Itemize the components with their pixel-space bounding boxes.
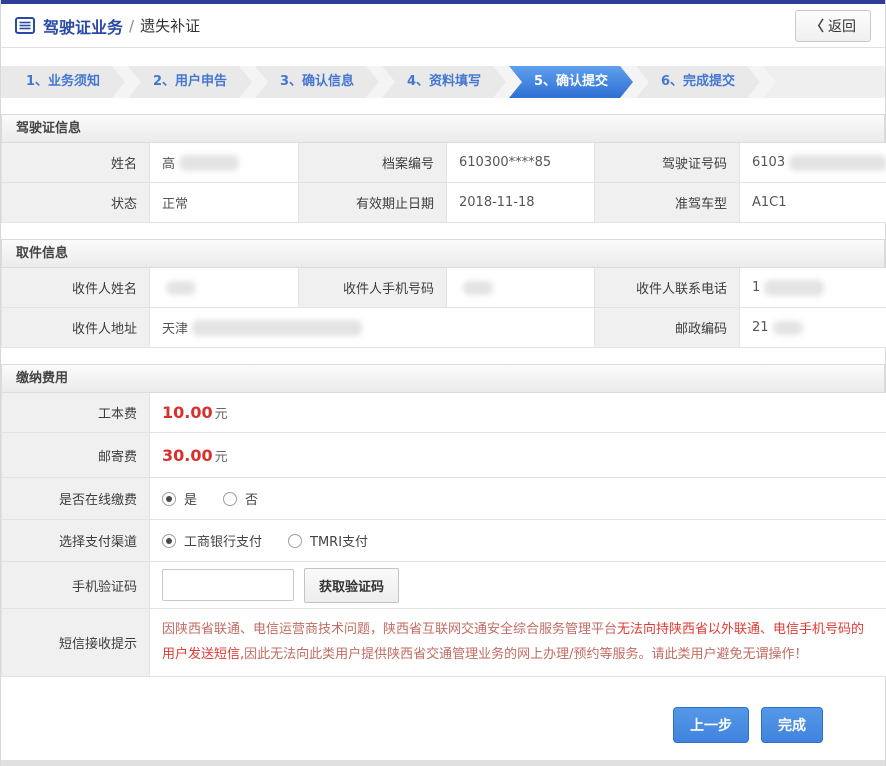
recipient-address-label: 收件人地址 bbox=[2, 308, 150, 348]
sms-notice-label: 短信接收提示 bbox=[2, 609, 150, 677]
postage-fee-label: 邮寄费 bbox=[2, 433, 150, 478]
back-button[interactable]: 〈 返回 bbox=[795, 10, 871, 42]
get-captcha-button[interactable]: 获取验证码 bbox=[304, 568, 399, 603]
payment-channel-options: 工商银行支付 TMRI支付 bbox=[150, 520, 886, 562]
name-label: 姓名 bbox=[2, 143, 150, 183]
name-value: 高 bbox=[150, 143, 299, 183]
sms-notice-text: 因陕西省联通、电信运营商技术问题，陕西省互联网交通安全综合服务管理平台无法向持陕… bbox=[150, 609, 886, 677]
sms-notice-part-1: 因陕西省联通、电信运营商技术问题，陕西省互联网交通安全综合服务管理平台 bbox=[162, 622, 617, 637]
captcha-label: 手机验证码 bbox=[2, 562, 150, 609]
radio-channel-icbc-label[interactable]: 工商银行支付 bbox=[184, 531, 262, 550]
footer-actions: 上一步 完成 bbox=[1, 677, 885, 743]
tab-step-5-active[interactable]: 5、确认提交 bbox=[509, 66, 633, 98]
back-button-label: 返回 bbox=[828, 16, 856, 36]
breadcrumb-separator: / bbox=[129, 17, 134, 35]
tab-step-3[interactable]: 3、确认信息 bbox=[255, 66, 379, 98]
radio-channel-icbc[interactable] bbox=[162, 534, 176, 548]
redaction-blur bbox=[166, 281, 196, 295]
redaction-blur bbox=[789, 155, 886, 171]
section-fees: 缴纳费用 工本费 10.00 元 邮寄费 30.00 元 是否在线缴费 是 否 … bbox=[1, 364, 885, 677]
pickup-info-table: 收件人姓名 收件人手机号码 收件人联系电话 1 收件人地址 天津 邮政编码 21 bbox=[1, 268, 885, 348]
status-value: 正常 bbox=[150, 183, 299, 223]
recipient-mobile-label: 收件人手机号码 bbox=[299, 268, 447, 308]
captcha-input[interactable] bbox=[162, 569, 294, 601]
recipient-name-value bbox=[150, 268, 299, 308]
radio-channel-tmri[interactable] bbox=[288, 534, 302, 548]
section-title-license: 驾驶证信息 bbox=[1, 114, 885, 143]
recipient-phone-label: 收件人联系电话 bbox=[595, 268, 740, 308]
page-header: 驾驶证业务 / 遗失补证 〈 返回 bbox=[1, 4, 885, 48]
section-title-pickup: 取件信息 bbox=[1, 239, 885, 268]
finish-button[interactable]: 完成 bbox=[761, 707, 823, 743]
tab-step-1[interactable]: 1、业务须知 bbox=[1, 66, 125, 98]
tab-step-6[interactable]: 6、完成提交 bbox=[636, 66, 760, 98]
back-chevron-icon: 〈 bbox=[810, 16, 824, 36]
status-label: 状态 bbox=[2, 183, 150, 223]
file-number-value: 610300****85 bbox=[447, 143, 595, 183]
postcode-label: 邮政编码 bbox=[595, 308, 740, 348]
license-number-value: 6103 bbox=[740, 143, 886, 183]
license-info-table: 姓名 高 档案编号 610300****85 驾驶证号码 6103 状态 正常 … bbox=[1, 143, 885, 223]
redaction-blur bbox=[463, 281, 493, 295]
postage-fee-value: 30.00 元 bbox=[150, 433, 886, 478]
form-list-icon bbox=[15, 17, 35, 34]
online-payment-label: 是否在线缴费 bbox=[2, 478, 150, 520]
file-number-label: 档案编号 bbox=[299, 143, 447, 183]
captcha-row: 获取验证码 bbox=[150, 562, 886, 609]
sms-notice-part-3: 因此无法向此类用户提供陕西省交通管理业务的网上办理/预约等服务。请此类用户避免无… bbox=[244, 647, 807, 662]
postcode-value: 21 bbox=[740, 308, 886, 348]
redaction-blur bbox=[192, 320, 362, 336]
section-license-info: 驾驶证信息 姓名 高 档案编号 610300****85 驾驶证号码 6103 … bbox=[1, 114, 885, 223]
production-fee-amount: 10.00 bbox=[162, 403, 213, 422]
tab-step-2[interactable]: 2、用户申告 bbox=[128, 66, 252, 98]
radio-online-no[interactable] bbox=[223, 492, 237, 506]
radio-online-yes-label[interactable]: 是 bbox=[184, 489, 197, 508]
tab-bar-filler bbox=[763, 66, 885, 98]
vehicle-type-label: 准驾车型 bbox=[595, 183, 740, 223]
vehicle-type-value: A1C1 bbox=[740, 183, 886, 223]
section-pickup-info: 取件信息 收件人姓名 收件人手机号码 收件人联系电话 1 收件人地址 天津 邮政… bbox=[1, 239, 885, 348]
fee-unit: 元 bbox=[215, 446, 228, 465]
recipient-phone-value: 1 bbox=[740, 268, 886, 308]
radio-channel-tmri-label[interactable]: TMRI支付 bbox=[310, 531, 368, 550]
radio-online-no-label[interactable]: 否 bbox=[245, 489, 258, 508]
page-title: 驾驶证业务 bbox=[43, 14, 123, 38]
recipient-mobile-value bbox=[447, 268, 595, 308]
production-fee-label: 工本费 bbox=[2, 393, 150, 433]
recipient-name-label: 收件人姓名 bbox=[2, 268, 150, 308]
expiry-value: 2018-11-18 bbox=[447, 183, 595, 223]
redaction-blur bbox=[773, 321, 803, 335]
breadcrumb-current: 遗失补证 bbox=[140, 15, 200, 36]
recipient-address-value: 天津 bbox=[150, 308, 595, 348]
page: 驾驶证业务 / 遗失补证 〈 返回 1、业务须知 2、用户申告 3、确认信息 4… bbox=[0, 0, 886, 766]
fees-table: 工本费 10.00 元 邮寄费 30.00 元 是否在线缴费 是 否 选择支付渠… bbox=[1, 393, 885, 677]
bottom-edge-strip bbox=[1, 760, 885, 766]
postage-fee-amount: 30.00 bbox=[162, 446, 213, 465]
section-title-fees: 缴纳费用 bbox=[1, 364, 885, 393]
payment-channel-label: 选择支付渠道 bbox=[2, 520, 150, 562]
online-payment-options: 是 否 bbox=[150, 478, 886, 520]
production-fee-value: 10.00 元 bbox=[150, 393, 886, 433]
redaction-blur bbox=[179, 155, 239, 171]
tab-step-4[interactable]: 4、资料填写 bbox=[382, 66, 506, 98]
step-tabs: 1、业务须知 2、用户申告 3、确认信息 4、资料填写 5、确认提交 6、完成提… bbox=[1, 66, 885, 98]
license-number-label: 驾驶证号码 bbox=[595, 143, 740, 183]
redaction-blur bbox=[764, 280, 824, 296]
radio-online-yes[interactable] bbox=[162, 492, 176, 506]
fee-unit: 元 bbox=[215, 403, 228, 422]
previous-step-button[interactable]: 上一步 bbox=[673, 707, 749, 743]
expiry-label: 有效期止日期 bbox=[299, 183, 447, 223]
